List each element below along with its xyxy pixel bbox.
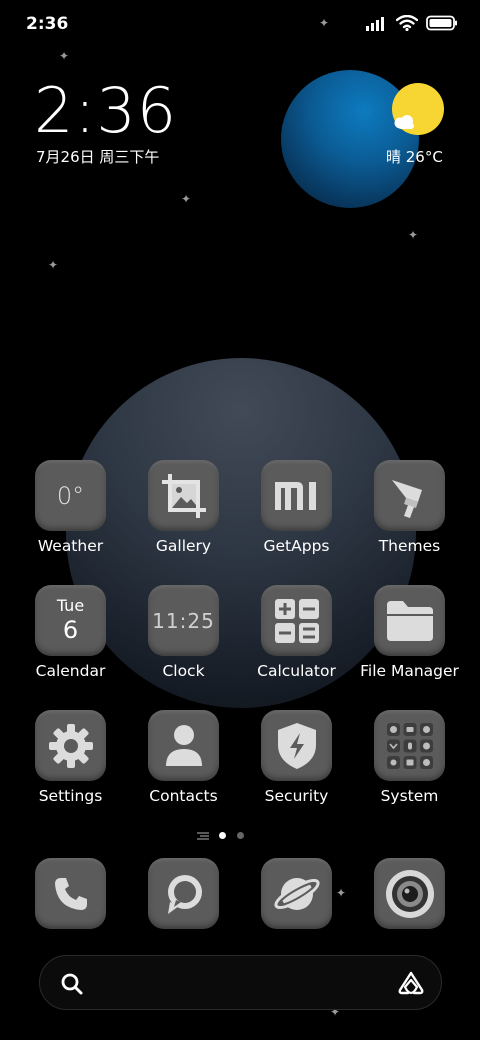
app-getapps[interactable]: GetApps (240, 460, 353, 572)
planet-icon (273, 877, 320, 910)
app-file-manager[interactable]: File Manager (353, 585, 466, 697)
widget-weather[interactable]: 晴 26°C (386, 146, 443, 167)
app-label: Themes (378, 537, 441, 555)
cloud-icon (394, 115, 414, 129)
star-decoration: ✦ (319, 16, 330, 30)
app-label: GetApps (263, 537, 330, 555)
app-label: Gallery (155, 537, 212, 555)
signal-icon (366, 17, 384, 31)
folder-icon (374, 585, 445, 656)
app-gallery[interactable]: Gallery (127, 460, 240, 572)
calculator-icon (261, 585, 332, 656)
dock-browser-button[interactable] (261, 858, 332, 929)
phone-icon (54, 877, 87, 910)
app-label: Calculator (257, 662, 336, 680)
paintbrush-icon (374, 460, 445, 531)
message-icon (167, 874, 202, 914)
search-icon[interactable] (60, 972, 84, 996)
app-label: Security (264, 787, 329, 805)
gallery-icon (148, 460, 219, 531)
star-decoration: ✦ (336, 886, 347, 900)
camera-icon (385, 869, 434, 918)
page-dot[interactable] (237, 832, 244, 839)
star-decoration: ✦ (59, 49, 70, 63)
app-label: Settings (38, 787, 103, 805)
app-system-folder[interactable]: System (353, 710, 466, 822)
app-label: Weather (37, 537, 104, 555)
dock-phone-button[interactable] (35, 858, 106, 929)
dock-camera-button[interactable] (374, 858, 445, 929)
calendar-icon: Tue 6 (35, 585, 106, 656)
dock-messaging-button[interactable] (148, 858, 219, 929)
star-decoration: ✦ (181, 192, 192, 206)
app-themes[interactable]: Themes (353, 460, 466, 572)
wifi-icon (396, 15, 418, 31)
battery-icon (426, 15, 457, 31)
app-label: File Manager (360, 662, 459, 680)
widget-clock[interactable]: 2:36 (34, 78, 177, 144)
app-label: Calendar (35, 662, 106, 680)
star-decoration: ✦ (48, 258, 59, 272)
app-clock[interactable]: 11:25 Clock (127, 585, 240, 697)
search-bar[interactable] (39, 955, 442, 1010)
status-time: 2:36 (26, 14, 69, 34)
mi-icon (261, 460, 332, 531)
assistant-icon[interactable] (397, 970, 425, 996)
app-calculator[interactable]: Calculator (240, 585, 353, 697)
feed-page-icon (197, 832, 209, 840)
app-security[interactable]: Security (240, 710, 353, 822)
app-calendar[interactable]: Tue 6 Calendar (14, 585, 127, 697)
app-settings[interactable]: Settings (14, 710, 127, 822)
shield-icon (261, 710, 332, 781)
gear-icon (35, 710, 106, 781)
widget-date[interactable]: 7月26日 周三下午 (36, 146, 159, 167)
app-weather[interactable]: 0° Weather (14, 460, 127, 572)
app-label: Clock (162, 662, 205, 680)
page-indicator[interactable] (196, 829, 296, 843)
star-decoration: ✦ (408, 228, 419, 242)
system-folder-icon (374, 710, 445, 781)
weather-icon: 0° (35, 460, 106, 531)
app-label: System (380, 787, 439, 805)
person-icon (148, 710, 219, 781)
status-bar: 2:36 (0, 0, 480, 52)
page-dot-active[interactable] (219, 832, 226, 839)
app-contacts[interactable]: Contacts (127, 710, 240, 822)
app-label: Contacts (149, 787, 218, 805)
clock-icon: 11:25 (148, 585, 219, 656)
